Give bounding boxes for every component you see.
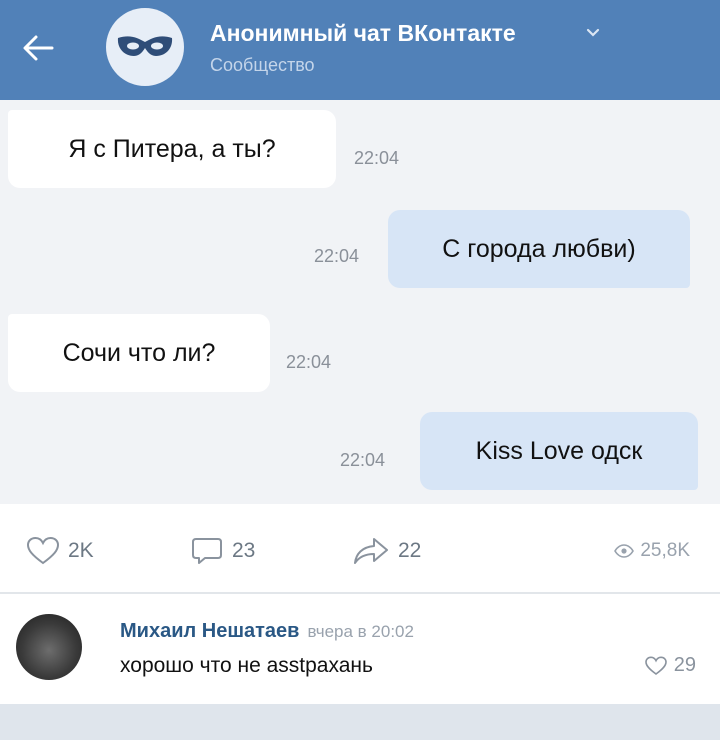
message-bubble-incoming[interactable]: Я с Питера, а ты? [8, 110, 336, 188]
message-bubble-incoming[interactable]: Сочи что ли? [8, 314, 270, 392]
comment-author-line: Михаил Нешатаев вчера в 20:02 [120, 620, 414, 643]
comment-item: Михаил Нешатаев вчера в 20:02 хорошо что … [0, 594, 720, 704]
comment-icon [192, 538, 222, 564]
like-count: 2K [68, 539, 94, 562]
comment-count: 23 [232, 539, 256, 562]
message-bubble-outgoing[interactable]: С города любви) [388, 210, 690, 288]
share-button[interactable]: 22 [352, 536, 421, 566]
like-button[interactable]: 2K [26, 536, 94, 566]
message-time: 22:04 [286, 352, 332, 372]
message-text: С города любви) [442, 234, 636, 263]
share-icon [354, 538, 388, 564]
chat-title[interactable]: Анонимный чат ВКонтакте [210, 20, 516, 47]
heart-icon [26, 536, 60, 565]
arrow-left-icon[interactable] [18, 30, 58, 66]
chat-header: Анонимный чат ВКонтакте Сообщество [0, 0, 720, 100]
comment-text: хорошо что не аsstрахань [120, 654, 373, 677]
message-time: 22:04 [354, 148, 400, 168]
message-time: 22:04 [314, 246, 360, 266]
mask-icon [117, 36, 173, 56]
post-actions-bar: 2K 23 22 25,8K [0, 504, 720, 592]
comment-date: вчера в 20:02 [307, 622, 414, 641]
message-text: Сочи что ли? [62, 338, 216, 367]
heart-icon [644, 656, 667, 675]
view-count: 25,8K [614, 540, 690, 562]
views-number: 25,8K [640, 540, 690, 561]
message-list: Я с Питера, а ты? 22:04 С города любви) … [0, 100, 720, 504]
message-text: Я с Питера, а ты? [68, 134, 276, 163]
avatar[interactable] [16, 614, 82, 680]
eye-icon [614, 544, 635, 558]
message-time: 22:04 [340, 450, 386, 470]
message-text: Kiss Love одск [475, 436, 643, 465]
bottom-strip [0, 704, 720, 740]
comment-author[interactable]: Михаил Нешатаев [120, 620, 299, 642]
community-avatar[interactable] [106, 8, 184, 86]
chevron-down-icon[interactable] [586, 28, 600, 38]
comment-like-button[interactable]: 29 [644, 654, 696, 677]
chat-subtitle: Сообщество [210, 55, 315, 75]
share-count: 22 [398, 539, 422, 562]
message-bubble-outgoing[interactable]: Kiss Love одск [420, 412, 698, 490]
comment-button[interactable]: 23 [190, 536, 255, 566]
comment-like-count: 29 [673, 654, 696, 676]
